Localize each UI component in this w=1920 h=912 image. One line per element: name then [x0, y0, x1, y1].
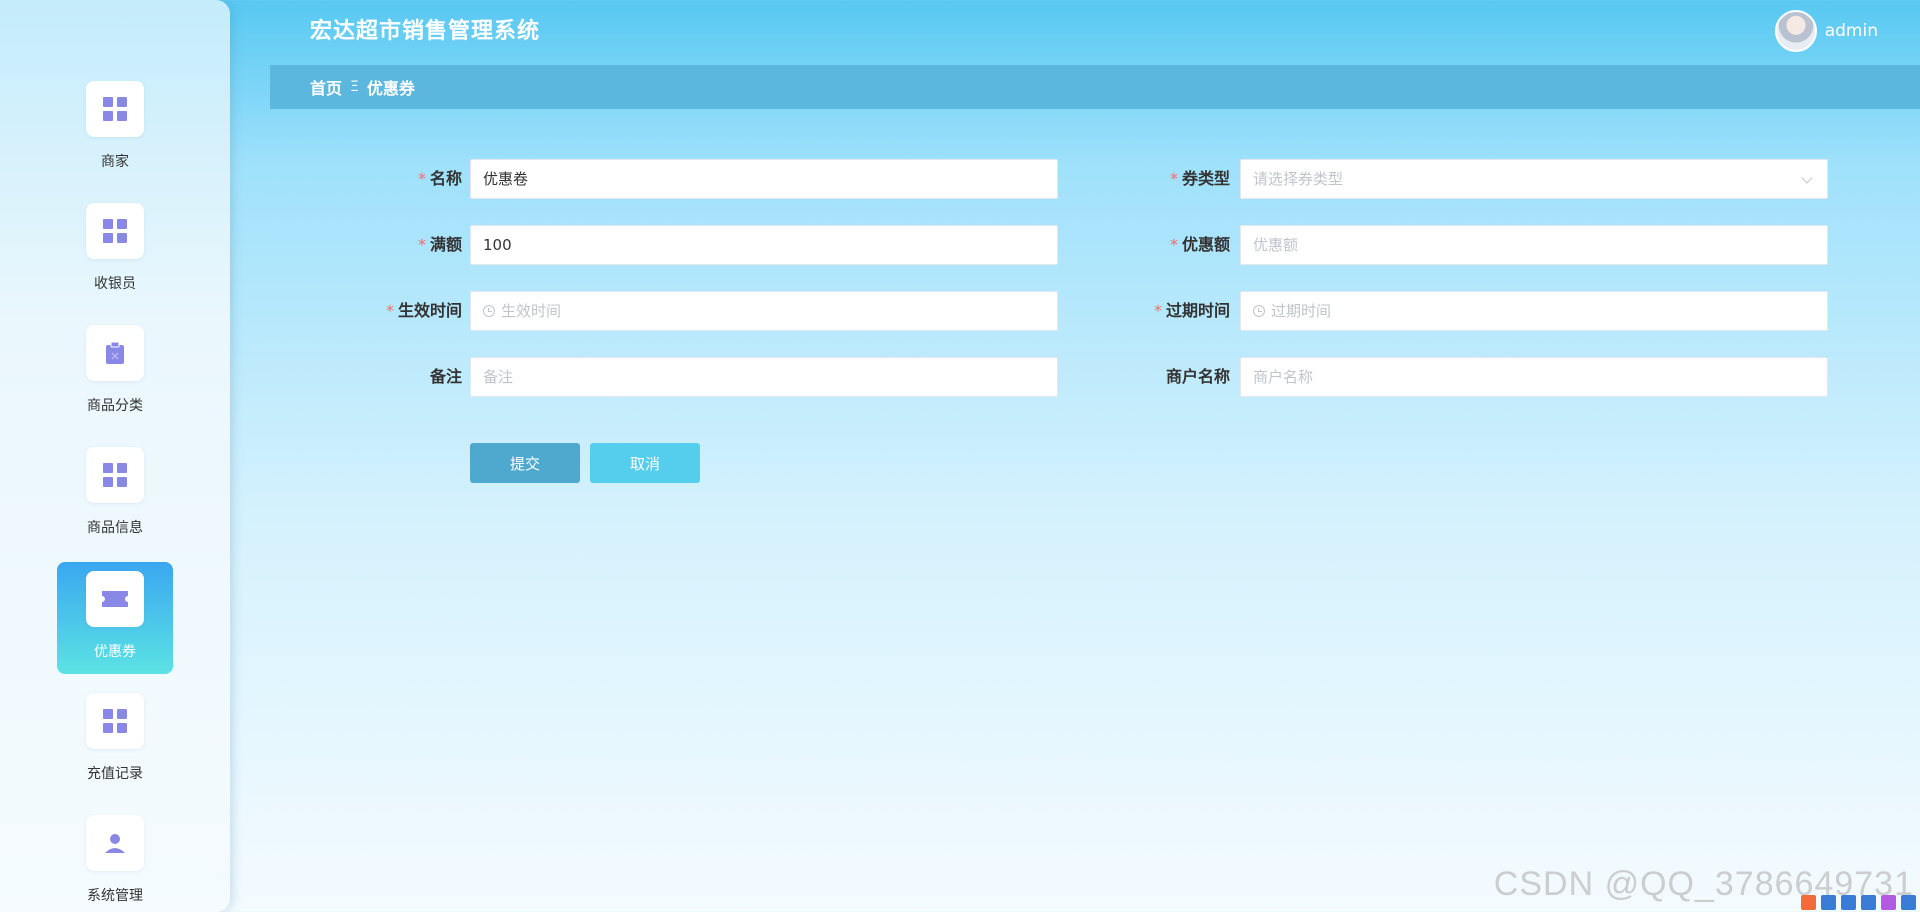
grid-icon — [86, 693, 144, 749]
sidebar-item-label: 商家 — [101, 154, 129, 170]
chevron-down-icon — [1801, 172, 1813, 184]
sidebar-item-merchant[interactable]: 商家 — [57, 72, 173, 184]
clipboard-icon — [86, 325, 144, 381]
avatar[interactable] — [1774, 10, 1817, 52]
sidebar-item-label: 商品分类 — [87, 398, 143, 414]
sidebar-item-label: 系统管理 — [87, 888, 143, 904]
username[interactable]: admin — [1825, 21, 1878, 41]
merchant-name-label: 商户名称 — [1165, 367, 1230, 386]
sidebar-item-label: 充值记录 — [87, 766, 143, 782]
submit-button[interactable]: 提交 — [470, 443, 580, 483]
clock-icon — [483, 305, 495, 317]
grid-icon — [86, 203, 144, 259]
discount-label: * 优惠额 — [1169, 235, 1230, 254]
grid-icon[interactable] — [1901, 895, 1916, 910]
ime-icon[interactable] — [1801, 895, 1816, 910]
sidebar-item-label: 优惠券 — [94, 644, 136, 660]
sidebar-item-product[interactable]: 商品信息 — [57, 438, 173, 550]
sidebar-item-label: 商品信息 — [87, 520, 143, 536]
sidebar: 商家 收银员 商品分类 商品信息 优惠券 充值记录 系统管理 — [0, 0, 230, 912]
microphone-icon[interactable] — [1841, 895, 1856, 910]
system-tray — [1801, 895, 1916, 910]
user-menu[interactable]: admin — [1774, 10, 1878, 52]
ticket-icon — [86, 571, 144, 627]
sidebar-item-label: 收银员 — [94, 276, 136, 292]
clock-icon — [1253, 305, 1265, 317]
breadcrumb: 首页 Ξ 优惠券 — [270, 65, 1920, 109]
sidebar-item-cashier[interactable]: 收银员 — [57, 194, 173, 306]
language-icon[interactable] — [1821, 895, 1836, 910]
app-title: 宏达超市销售管理系统 — [310, 19, 541, 44]
expire-time-picker[interactable]: 过期时间 — [1240, 291, 1828, 331]
keyboard-icon[interactable] — [1861, 895, 1876, 910]
name-input[interactable]: 优惠卷 — [470, 159, 1058, 199]
threshold-label: * 满额 — [417, 235, 462, 254]
coupon-type-select[interactable]: 请选择券类型 — [1240, 159, 1828, 199]
remark-label: 备注 — [429, 367, 462, 386]
grid-icon — [86, 81, 144, 137]
grid-icon — [86, 447, 144, 503]
user-icon — [86, 815, 144, 871]
sidebar-item-recharge[interactable]: 充值记录 — [57, 684, 173, 796]
expire-time-label: * 过期时间 — [1153, 301, 1230, 320]
discount-input[interactable]: 优惠额 — [1240, 225, 1828, 265]
threshold-input[interactable]: 100 — [470, 225, 1058, 265]
merchant-name-input[interactable]: 商户名称 — [1240, 357, 1828, 397]
start-time-label: * 生效时间 — [385, 301, 462, 320]
skin-icon[interactable] — [1881, 895, 1896, 910]
sidebar-item-category[interactable]: 商品分类 — [57, 316, 173, 428]
coupon-type-label: * 券类型 — [1169, 169, 1230, 188]
breadcrumb-separator: Ξ — [350, 79, 359, 95]
cancel-button[interactable]: 取消 — [590, 443, 700, 483]
name-label: * 名称 — [417, 169, 462, 188]
breadcrumb-home[interactable]: 首页 — [310, 75, 342, 99]
sidebar-item-system[interactable]: 系统管理 — [57, 806, 173, 912]
sidebar-item-coupon[interactable]: 优惠券 — [57, 562, 173, 674]
remark-input[interactable]: 备注 — [470, 357, 1058, 397]
breadcrumb-current: 优惠券 — [366, 79, 415, 98]
start-time-picker[interactable]: 生效时间 — [470, 291, 1058, 331]
